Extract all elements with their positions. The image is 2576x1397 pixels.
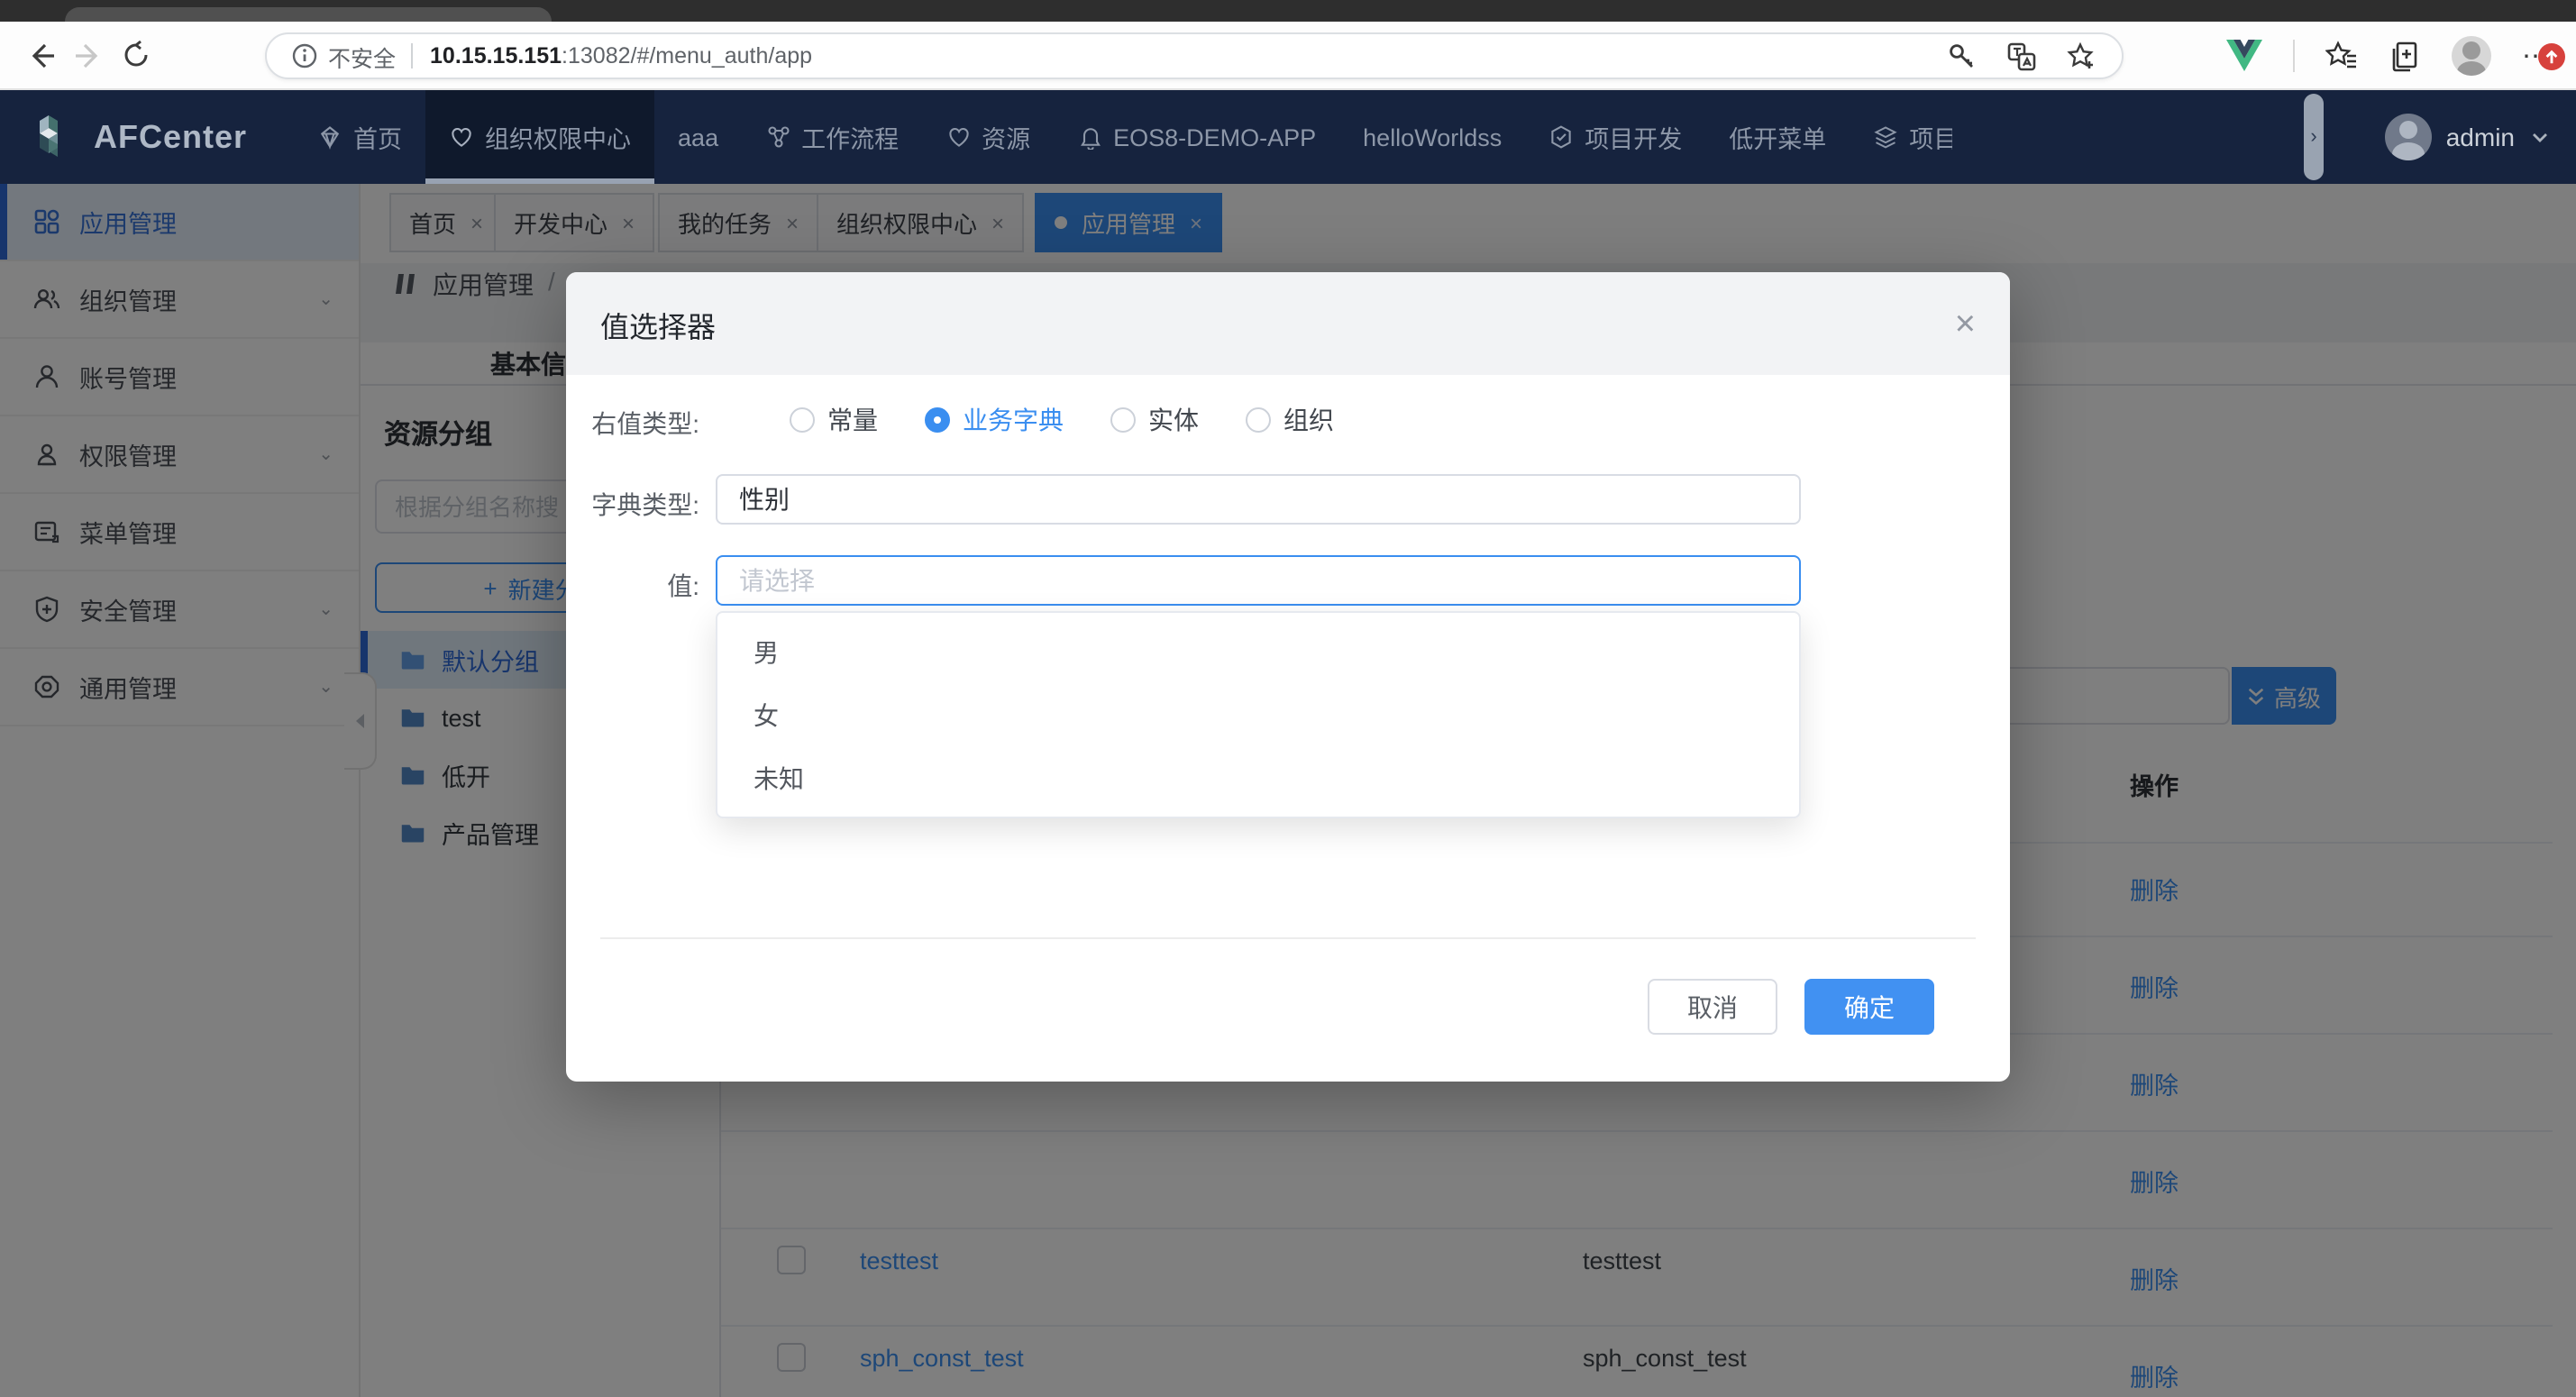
nav-overflow-scrollbar[interactable]: › (2304, 94, 2324, 180)
browser-toolbar: 不安全 10.15.15.151:13082/#/menu_auth/app ⋯ (0, 22, 2576, 90)
dialog-footer-divider (600, 937, 1976, 939)
nav-item-project-mgmt[interactable]: 项目管理 (1850, 90, 1952, 184)
browser-active-tab[interactable] (65, 7, 552, 22)
user-menu[interactable]: admin (2385, 114, 2551, 160)
chevron-right-icon: › (2310, 126, 2316, 148)
bell-icon (1077, 124, 1102, 150)
nav-item-project-dev[interactable]: 项目开发 (1525, 90, 1705, 184)
dialog-header: 值选择器 × (566, 272, 2010, 375)
dict-type-input[interactable] (716, 474, 1801, 525)
dialog-footer: 取消 确定 (1648, 979, 1934, 1035)
url-path: :13082/#/menu_auth/app (562, 43, 812, 68)
radio-business-dict[interactable]: 业务字典 (925, 402, 1064, 438)
value-selector-dialog: 值选择器 × 右值类型: 常量 业务字典 实体 组织 字典类型: 值: (566, 272, 2010, 1082)
dropdown-option-male[interactable]: 男 (717, 622, 1799, 685)
app-brand-name: AFCenter (94, 118, 247, 156)
gem-icon (317, 124, 343, 150)
confirm-button[interactable]: 确定 (1804, 979, 1934, 1035)
radio-icon (925, 407, 950, 433)
heart-icon (449, 124, 474, 150)
layers-icon (1873, 124, 1898, 150)
nav-item-aaa[interactable]: aaa (654, 90, 742, 184)
browser-update-badge[interactable] (2538, 43, 2565, 70)
url-divider (410, 43, 412, 68)
browser-profile-avatar[interactable] (2452, 36, 2491, 76)
chevron-down-icon (2529, 126, 2551, 148)
radio-organization[interactable]: 组织 (1246, 402, 1334, 438)
close-icon[interactable]: × (1955, 306, 1976, 342)
info-icon[interactable] (292, 43, 317, 68)
security-label[interactable]: 不安全 (328, 39, 396, 73)
user-name: admin (2446, 123, 2515, 151)
radio-icon (1110, 407, 1136, 433)
back-icon[interactable] (18, 39, 65, 71)
app-nav-menu: 首页 组织权限中心 aaa 工作流程 资源 EOS8-DEMO-APP hell… (294, 90, 1952, 184)
hexagon-check-icon (1548, 124, 1574, 150)
password-key-icon[interactable] (1947, 41, 1978, 71)
dialog-title: 值选择器 (600, 302, 716, 345)
heart-icon (945, 124, 971, 150)
value-label: 值: (566, 568, 699, 604)
nav-item-home[interactable]: 首页 (294, 90, 425, 184)
value-dropdown: 男 女 未知 (716, 611, 1801, 818)
workflow-icon (765, 124, 790, 150)
translate-icon[interactable] (2006, 41, 2037, 71)
afcenter-logo-icon (32, 114, 79, 160)
toolbar-divider (2293, 40, 2295, 72)
nav-item-eos8-demo-app[interactable]: EOS8-DEMO-APP (1054, 90, 1339, 184)
right-value-type-radios: 常量 业务字典 实体 组织 (790, 402, 1334, 438)
forward-icon[interactable] (65, 39, 112, 71)
nav-item-resource[interactable]: 资源 (922, 90, 1054, 184)
nav-item-workflow[interactable]: 工作流程 (742, 90, 922, 184)
app-navbar: AFCenter 首页 组织权限中心 aaa 工作流程 资源 EOS8- (0, 90, 2576, 184)
favorites-list-icon[interactable] (2325, 40, 2358, 72)
radio-icon (790, 407, 815, 433)
right-value-type-label: 右值类型: (566, 406, 699, 442)
cancel-button[interactable]: 取消 (1648, 979, 1777, 1035)
screen: 不安全 10.15.15.151:13082/#/menu_auth/app ⋯ (0, 0, 2576, 1397)
dropdown-option-female[interactable]: 女 (717, 685, 1799, 748)
radio-entity[interactable]: 实体 (1110, 402, 1199, 438)
address-bar[interactable]: 不安全 10.15.15.151:13082/#/menu_auth/app (265, 32, 2124, 79)
nav-item-helloworldss[interactable]: helloWorldss (1339, 90, 1525, 184)
collections-icon[interactable] (2389, 40, 2421, 72)
browser-tabstrip (0, 0, 2576, 22)
radio-constant[interactable]: 常量 (790, 402, 878, 438)
vue-devtools-icon[interactable] (2226, 40, 2262, 72)
app-brand[interactable]: AFCenter (0, 114, 294, 160)
nav-item-org-auth-center[interactable]: 组织权限中心 (425, 90, 654, 184)
dropdown-option-unknown[interactable]: 未知 (717, 748, 1799, 811)
refresh-icon[interactable] (112, 40, 159, 70)
value-select-input[interactable] (716, 555, 1801, 606)
radio-icon (1246, 407, 1271, 433)
favorite-add-icon[interactable] (2066, 41, 2096, 71)
nav-item-lowcode-menu[interactable]: 低开菜单 (1705, 90, 1850, 184)
user-avatar (2385, 114, 2432, 160)
dict-type-label: 字典类型: (566, 487, 699, 523)
url-host: 10.15.15.151 (430, 43, 562, 68)
browser-extensions-area: ⋯ (2226, 32, 2551, 79)
